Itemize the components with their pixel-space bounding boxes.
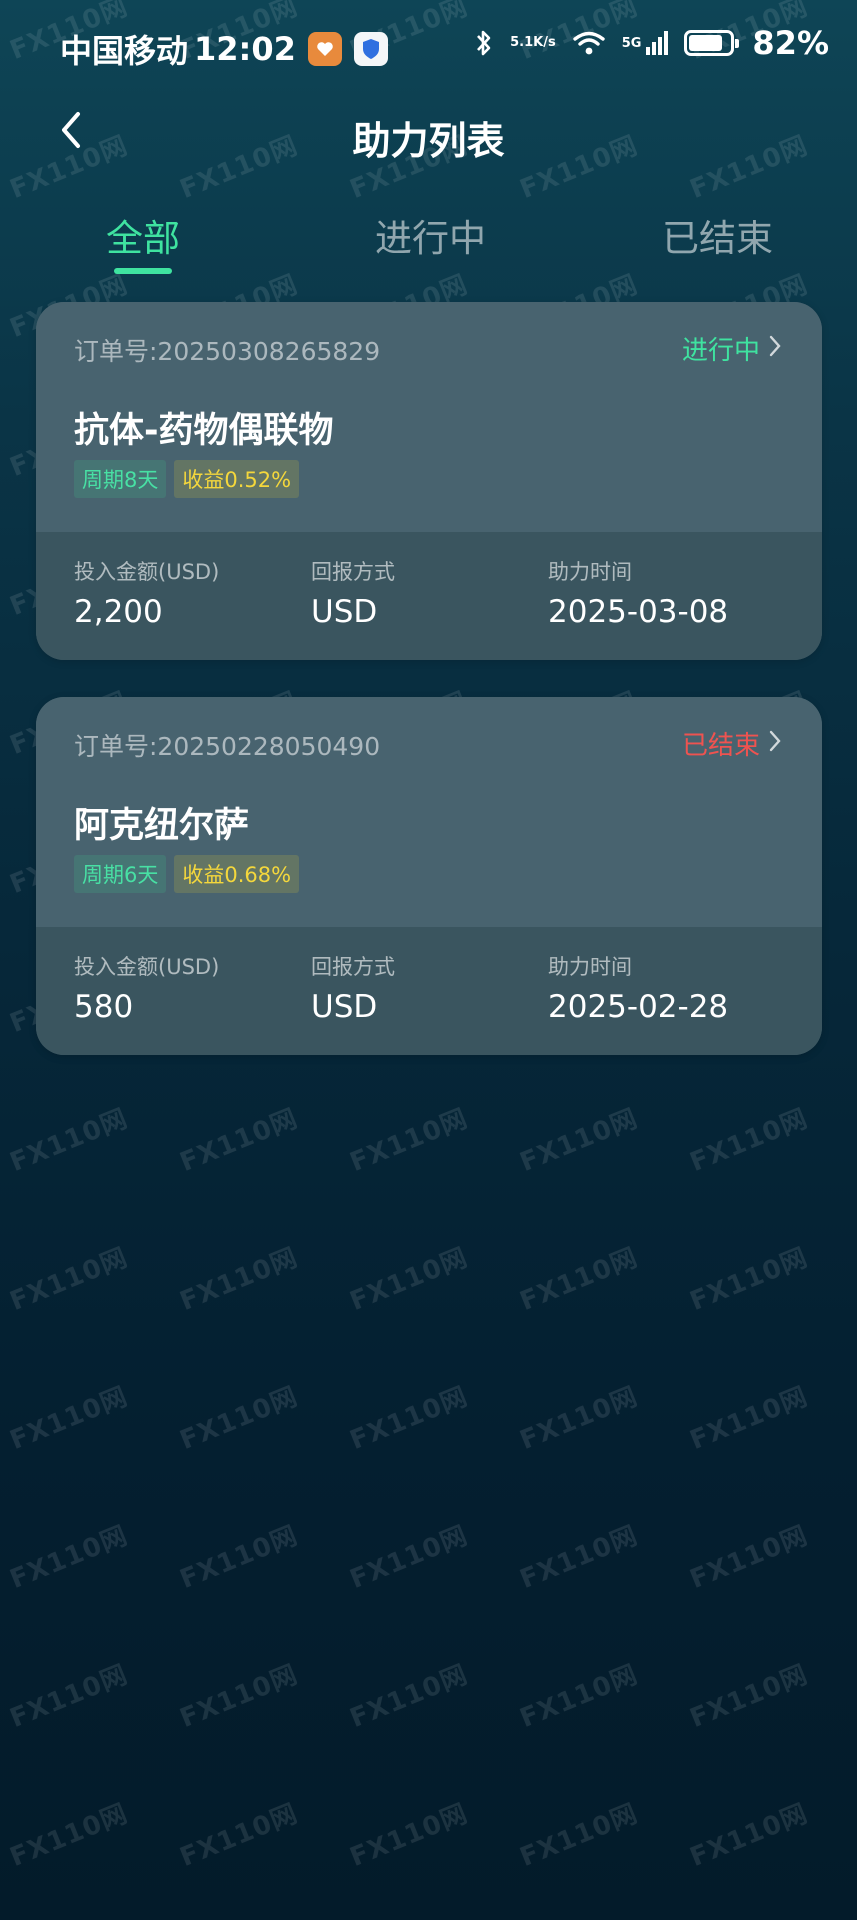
watermark-text: FX110网	[515, 1381, 643, 1456]
return-column: 回报方式 USD	[311, 951, 395, 1025]
product-tags: 周期8天 收益0.52%	[74, 460, 307, 498]
tab-in-progress[interactable]: 进行中	[375, 208, 486, 262]
time-value: 2025-02-28	[548, 989, 729, 1025]
status-left: 中国移动 12:02	[60, 26, 388, 72]
chevron-right-icon	[768, 334, 782, 364]
yield-tag: 收益0.52%	[174, 460, 300, 498]
carrier-name: 中国移动	[60, 32, 189, 70]
order-number: 订单号:20250228050490	[74, 732, 381, 761]
status-right: 5.1 K/s 5G 82%	[458, 24, 829, 62]
watermark-text: FX110网	[515, 1520, 643, 1595]
yield-tag: 收益0.68%	[174, 855, 300, 893]
amount-column: 投入金额(USD) 2,200	[74, 556, 219, 630]
watermark-text: FX110网	[685, 1659, 813, 1734]
time-column: 助力时间 2025-02-28	[548, 951, 728, 1025]
order-status-link[interactable]: 进行中	[682, 330, 782, 367]
amount-label: 投入金额(USD)	[74, 955, 220, 979]
return-column: 回报方式 USD	[311, 556, 395, 630]
watermark-text: FX110网	[685, 1520, 813, 1595]
watermark-text: FX110网	[5, 1659, 133, 1734]
tab-bar: 全部 进行中 已结束	[0, 208, 857, 278]
watermark-text: FX110网	[5, 1103, 133, 1178]
order-number: 订单号:20250308265829	[74, 337, 381, 366]
time-label: 助力时间	[548, 560, 632, 584]
page-title: 助力列表	[352, 119, 505, 163]
watermark-text: FX110网	[685, 1103, 813, 1178]
tab-ended[interactable]: 已结束	[662, 208, 773, 262]
order-card[interactable]: 订单号:20250308265829 进行中 抗体-药物偶联物 周期8天 收益0…	[36, 302, 822, 660]
watermark-text: FX110网	[515, 1103, 643, 1178]
return-label: 回报方式	[311, 560, 395, 584]
battery-percent: 82%	[752, 24, 829, 62]
watermark-text: FX110网	[515, 1798, 643, 1873]
time-column: 助力时间 2025-03-08	[548, 556, 728, 630]
watermark-text: FX110网	[175, 1798, 303, 1873]
watermark-text: FX110网	[5, 1520, 133, 1595]
watermark-text: FX110网	[345, 1659, 473, 1734]
watermark-text: FX110网	[685, 1798, 813, 1873]
watermark-text: FX110网	[345, 1520, 473, 1595]
amount-value: 580	[74, 989, 134, 1025]
tab-all[interactable]: 全部	[106, 208, 180, 262]
clock: 12:02	[194, 30, 296, 68]
order-status: 已结束	[681, 731, 760, 761]
watermark-text: FX110网	[175, 1103, 303, 1178]
watermark-text: FX110网	[175, 1659, 303, 1734]
order-card[interactable]: 订单号:20250228050490 已结束 阿克纽尔萨 周期6天 收益0.68…	[36, 697, 822, 1055]
product-name: 抗体-药物偶联物	[74, 411, 334, 451]
order-status: 进行中	[681, 336, 760, 366]
watermark-text: FX110网	[345, 1242, 473, 1317]
product-tags: 周期6天 收益0.68%	[74, 855, 307, 893]
network-type: 5G	[621, 35, 642, 51]
tab-active-indicator	[114, 268, 172, 274]
watermark-text: FX110网	[515, 1659, 643, 1734]
watermark-text: FX110网	[345, 1381, 473, 1456]
watermark-text: FX110网	[175, 1520, 303, 1595]
time-label: 助力时间	[548, 955, 632, 979]
period-tag: 周期8天	[74, 460, 167, 498]
net-speed-value: 5.1	[510, 35, 534, 50]
watermark-text: FX110网	[685, 1381, 813, 1456]
watermark-text: FX110网	[345, 1103, 473, 1178]
watermark-text: FX110网	[175, 1381, 303, 1456]
chevron-right-icon	[768, 729, 782, 759]
watermark-text: FX110网	[5, 1381, 133, 1456]
status-bar: 中国移动 12:02 5.1 K/s 5G 82%	[0, 0, 857, 96]
heart-app-icon	[307, 32, 342, 66]
return-label: 回报方式	[311, 955, 395, 979]
amount-label: 投入金额(USD)	[74, 560, 220, 584]
watermark-text: FX110网	[5, 1798, 133, 1873]
order-status-link[interactable]: 已结束	[682, 725, 782, 762]
signal-bars	[644, 31, 669, 55]
watermark-text: FX110网	[685, 1242, 813, 1317]
net-speed: 5.1 K/s	[510, 36, 556, 50]
bluetooth-icon	[474, 28, 494, 58]
cellular-signal-icon: 5G	[622, 31, 669, 55]
period-tag: 周期6天	[74, 855, 167, 893]
watermark-text: FX110网	[515, 1242, 643, 1317]
return-value: USD	[311, 989, 378, 1025]
time-value: 2025-03-08	[548, 594, 729, 630]
amount-value: 2,200	[74, 594, 163, 630]
battery-icon	[684, 30, 740, 56]
return-value: USD	[311, 594, 378, 630]
watermark-text: FX110网	[5, 1242, 133, 1317]
watermark-text: FX110网	[175, 1242, 303, 1317]
watermark-text: FX110网	[345, 1798, 473, 1873]
page-header: 助力列表	[0, 96, 857, 170]
product-name: 阿克纽尔萨	[74, 806, 250, 846]
net-speed-unit: K/s	[533, 35, 556, 50]
wifi-icon	[572, 30, 606, 56]
amount-column: 投入金额(USD) 580	[74, 951, 219, 1025]
shield-app-icon	[353, 32, 388, 66]
